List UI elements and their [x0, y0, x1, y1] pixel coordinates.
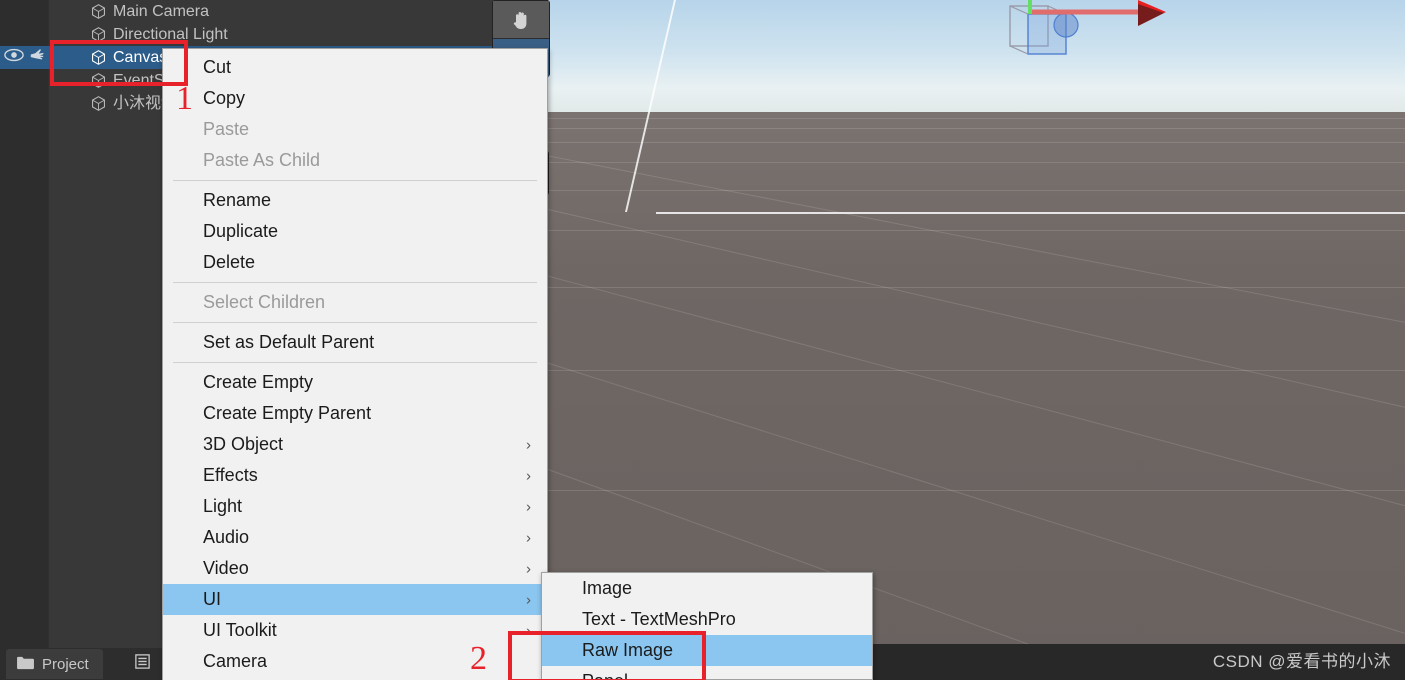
folder-icon — [16, 655, 35, 674]
hierarchy-item-label: Canvas — [113, 48, 168, 66]
chevron-right-icon: › — [526, 591, 531, 608]
submenu-item-label: Panel — [582, 671, 628, 679]
menu-separator — [173, 180, 537, 181]
unity-editor-window: CSDN @爱看书的小沐 Main Camera Directional Lig… — [0, 0, 1405, 680]
menu-item-rename[interactable]: Rename — [163, 185, 547, 216]
gameobject-cube-icon — [90, 72, 107, 89]
hierarchy-item-label: Directional Light — [113, 25, 228, 43]
menu-item-set-as-default-parent[interactable]: Set as Default Parent — [163, 327, 547, 358]
gameobject-cube-icon — [90, 3, 107, 20]
menu-item-label: Audio — [203, 527, 250, 547]
scene-sky — [548, 0, 1405, 118]
menu-item-label: Create Empty — [203, 372, 314, 392]
menu-item-paste-as-child: Paste As Child — [163, 145, 547, 176]
menu-item-paste: Paste — [163, 114, 547, 145]
csdn-watermark: CSDN @爱看书的小沐 — [1212, 652, 1391, 671]
submenu-item-image[interactable]: Image — [542, 573, 872, 604]
menu-separator — [173, 322, 537, 323]
menu-item-audio[interactable]: Audio › — [163, 522, 547, 553]
menu-item-duplicate[interactable]: Duplicate — [163, 216, 547, 247]
row-gutter-icons[interactable] — [0, 47, 48, 68]
menu-item-create-empty-parent[interactable]: Create Empty Parent — [163, 398, 547, 429]
gameobject-cube-icon — [90, 95, 107, 112]
menu-item-label: Set as Default Parent — [203, 332, 375, 352]
menu-item-light[interactable]: Light › — [163, 491, 547, 522]
submenu-item-raw-image[interactable]: Raw Image — [542, 635, 872, 666]
menu-item-label: Paste As Child — [203, 150, 321, 170]
menu-item-ui[interactable]: UI › — [163, 584, 547, 615]
chevron-right-icon: › — [526, 436, 531, 453]
menu-item-label: Rename — [203, 190, 272, 210]
menu-item-select-children: Select Children — [163, 287, 547, 318]
menu-item-label: Cut — [203, 57, 232, 77]
tab-project-label: Project — [42, 655, 89, 673]
hierarchy-row-directional-light[interactable]: Directional Light — [0, 23, 548, 46]
annotation-number-1: 1 — [176, 80, 193, 117]
menu-item-label: Paste — [203, 119, 250, 139]
chevron-right-icon: › — [526, 467, 531, 484]
menu-item-effects[interactable]: Effects › — [163, 460, 547, 491]
hand-tool-button[interactable] — [493, 1, 549, 38]
eye-icon[interactable] — [4, 48, 24, 67]
menu-item-create-empty[interactable]: Create Empty — [163, 367, 547, 398]
menu-item-video[interactable]: Video › — [163, 553, 547, 584]
menu-separator — [173, 362, 537, 363]
menu-item-cut[interactable]: Cut — [163, 52, 547, 83]
tab-console[interactable] — [124, 649, 160, 679]
canvas-gizmo-horizontal-edge — [656, 212, 1405, 214]
ui-submenu[interactable]: Image Text - TextMeshPro Raw Image Panel — [541, 572, 873, 680]
menu-item-copy[interactable]: Copy — [163, 83, 547, 114]
gameobject-cube-icon — [90, 26, 107, 43]
menu-item-label: Effects — [203, 465, 258, 485]
menu-item-label: Camera — [203, 651, 268, 671]
menu-item-label: Duplicate — [203, 221, 279, 241]
menu-separator — [173, 282, 537, 283]
chevron-right-icon: › — [526, 622, 531, 639]
menu-item-delete[interactable]: Delete — [163, 247, 547, 278]
hand-icon — [513, 11, 527, 29]
submenu-item-label: Text - TextMeshPro — [582, 609, 736, 629]
menu-item-label: Create Empty Parent — [203, 403, 372, 423]
menu-item-label: UI — [203, 589, 221, 609]
tab-project[interactable]: Project — [6, 649, 103, 679]
submenu-item-label: Raw Image — [582, 640, 674, 660]
menu-item-camera[interactable]: Camera — [163, 646, 547, 677]
hierarchy-row-main-camera[interactable]: Main Camera — [0, 0, 548, 23]
chevron-right-icon: › — [526, 529, 531, 546]
chevron-right-icon: › — [526, 560, 531, 577]
camera-gizmo[interactable] — [988, 0, 1218, 65]
hierarchy-context-menu[interactable]: Cut Copy Paste Paste As Child Rename Dup… — [162, 48, 548, 680]
annotation-number-2: 2 — [470, 640, 487, 677]
menu-item-label: Select Children — [203, 292, 326, 312]
menu-item-label: Light — [203, 496, 243, 516]
menu-item-3d-object[interactable]: 3D Object › — [163, 429, 547, 460]
hand-pointer-icon[interactable] — [28, 47, 46, 68]
submenu-item-label: Image — [582, 578, 633, 598]
gameobject-cube-icon — [90, 49, 107, 66]
menu-item-label: Delete — [203, 252, 256, 272]
submenu-item-panel[interactable]: Panel — [542, 666, 872, 679]
menu-item-label: Copy — [203, 88, 246, 108]
chevron-right-icon: › — [526, 498, 531, 515]
hierarchy-item-label: Main Camera — [113, 2, 210, 20]
menu-item-ui-toolkit[interactable]: UI Toolkit › — [163, 615, 547, 646]
menu-item-label: 3D Object — [203, 434, 284, 454]
menu-item-label: Video — [203, 558, 249, 578]
console-list-icon — [134, 653, 151, 675]
menu-item-label: UI Toolkit — [203, 620, 277, 640]
submenu-item-text-textmeshpro[interactable]: Text - TextMeshPro — [542, 604, 872, 635]
